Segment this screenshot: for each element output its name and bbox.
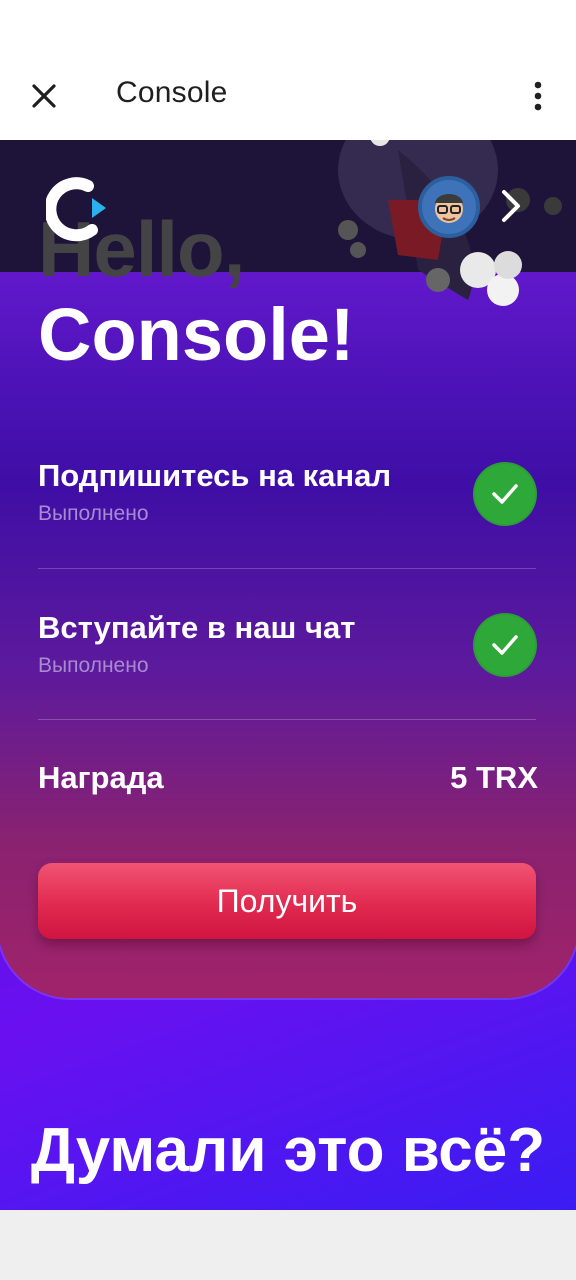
- app-bar: Console: [0, 50, 576, 140]
- task-join-chat[interactable]: Вступайте в наш чат Выполнено: [38, 610, 538, 678]
- check-icon: [473, 462, 537, 526]
- check-icon: [473, 613, 537, 677]
- task-title: Вступайте в наш чат: [38, 610, 356, 645]
- claim-button[interactable]: Получить: [38, 863, 536, 939]
- web-content: Hello, Console! Подпишитесь на канал Вып…: [0, 140, 576, 1210]
- user-name-heading: Console!: [38, 293, 355, 376]
- task-status: Выполнено: [38, 502, 149, 525]
- close-icon[interactable]: [22, 74, 66, 118]
- divider: [38, 568, 536, 569]
- divider: [38, 719, 536, 720]
- task-status: Выполнено: [38, 654, 149, 677]
- reward-value: 5 TRX: [450, 760, 538, 795]
- chevron-right-icon[interactable]: [494, 184, 526, 228]
- status-bar: [0, 0, 576, 50]
- reward-label: Награда: [38, 760, 164, 795]
- console-logo: [46, 177, 106, 242]
- avatar-face-icon: [435, 194, 463, 223]
- system-navigation-bar: [0, 1210, 576, 1280]
- more-vertical-icon[interactable]: [516, 74, 560, 118]
- task-title: Подпишитесь на канал: [38, 458, 392, 493]
- promo-heading: Думали это всё?: [30, 1116, 546, 1185]
- task-subscribe-channel[interactable]: Подпишитесь на канал Выполнено: [38, 458, 538, 526]
- app-bar-title: Console: [116, 76, 228, 109]
- avatar[interactable]: [418, 176, 480, 238]
- hero-card: Hello, Console! Подпишитесь на канал Вып…: [0, 140, 576, 998]
